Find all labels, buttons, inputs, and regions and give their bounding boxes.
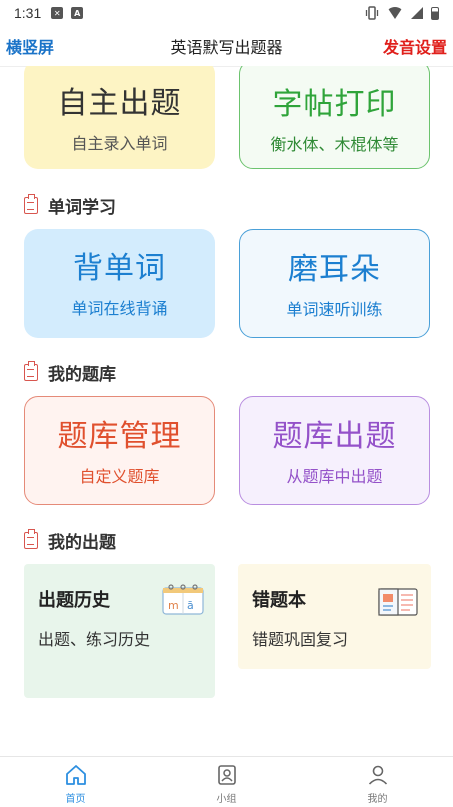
status-time: 1:31 <box>14 5 42 21</box>
bank-management-title: 题库管理 <box>57 419 182 454</box>
bank-management-subtitle: 自定义题库 <box>79 467 160 486</box>
quiz-history-title: 出题历史 <box>38 590 110 611</box>
battery-icon <box>431 6 439 20</box>
bottom-tab-bar: 首页 小组 我的 <box>0 756 453 807</box>
user-icon <box>368 765 387 785</box>
signal-icon <box>411 7 423 19</box>
bank-quiz-title: 题库出题 <box>272 419 397 454</box>
self-quiz-title: 自主出题 <box>57 86 182 121</box>
clipboard-icon <box>24 528 38 549</box>
listening-training-card[interactable]: 磨耳朵 单词速听训练 <box>239 229 430 338</box>
bank-quiz-subtitle: 从题库中出题 <box>286 467 383 486</box>
recite-words-card[interactable]: 背单词 单词在线背诵 <box>24 229 215 338</box>
self-quiz-subtitle: 自主录入单词 <box>71 134 168 153</box>
section-word-study: 单词学习 <box>24 193 116 218</box>
wifi-icon <box>387 7 403 19</box>
listening-training-title: 磨耳朵 <box>288 252 381 287</box>
orientation-button[interactable]: 横竖屏 <box>6 34 54 58</box>
copybook-print-subtitle: 衡水体、木棍体等 <box>270 135 399 154</box>
section-title: 我的题库 <box>48 364 116 385</box>
quiz-history-desc: 出题、练习历史 <box>38 630 151 649</box>
tab-profile[interactable]: 我的 <box>302 757 453 807</box>
pronunciation-settings-button[interactable]: 发音设置 <box>383 34 447 58</box>
svg-text:ā: ā <box>187 599 194 612</box>
app-notification-icon: A <box>71 7 84 19</box>
wrong-answers-desc: 错题巩固复习 <box>252 630 349 649</box>
clipboard-icon <box>24 193 38 214</box>
wrong-answers-title: 错题本 <box>252 590 306 611</box>
status-bar: 1:31 ✕ A <box>0 0 453 26</box>
copybook-print-card[interactable]: 字帖打印 衡水体、木棍体等 <box>239 66 430 169</box>
tab-label: 我的 <box>367 794 388 805</box>
home-icon <box>65 765 86 785</box>
notebook-icon <box>378 588 418 616</box>
status-icons <box>365 6 439 20</box>
clipboard-icon <box>24 360 38 381</box>
recite-words-title: 背单词 <box>73 251 166 286</box>
section-question-bank: 我的题库 <box>24 360 116 385</box>
calendar-icon: m ā <box>162 584 204 615</box>
svg-text:m: m <box>168 599 179 612</box>
listening-training-subtitle: 单词速听训练 <box>286 300 383 319</box>
quiz-history-panel[interactable]: 出题历史 出题、练习历史 m ā <box>24 564 215 698</box>
section-title: 单词学习 <box>48 197 116 218</box>
main-content[interactable]: 自主出题 自主录入单词 字帖打印 衡水体、木棍体等 单词学习 背单词 单词在线背… <box>0 66 453 756</box>
notification-icon: ✕ <box>51 7 64 19</box>
app-header: 横竖屏 英语默写出题器 发音设置 <box>0 26 453 66</box>
tab-group[interactable]: 小组 <box>151 757 302 807</box>
bank-management-card[interactable]: 题库管理 自定义题库 <box>24 396 215 505</box>
wrong-answers-panel[interactable]: 错题本 错题巩固复习 <box>238 564 431 669</box>
vibrate-icon <box>365 6 379 20</box>
tab-label: 小组 <box>216 794 237 805</box>
section-my-quizzes: 我的出题 <box>24 528 116 553</box>
tab-label: 首页 <box>65 794 86 805</box>
recite-words-subtitle: 单词在线背诵 <box>71 299 168 318</box>
group-icon <box>217 765 236 785</box>
copybook-print-title: 字帖打印 <box>272 87 397 122</box>
section-title: 我的出题 <box>48 532 116 553</box>
tab-home[interactable]: 首页 <box>0 757 151 807</box>
self-quiz-card[interactable]: 自主出题 自主录入单词 <box>24 66 215 169</box>
bank-quiz-card[interactable]: 题库出题 从题库中出题 <box>239 396 430 505</box>
